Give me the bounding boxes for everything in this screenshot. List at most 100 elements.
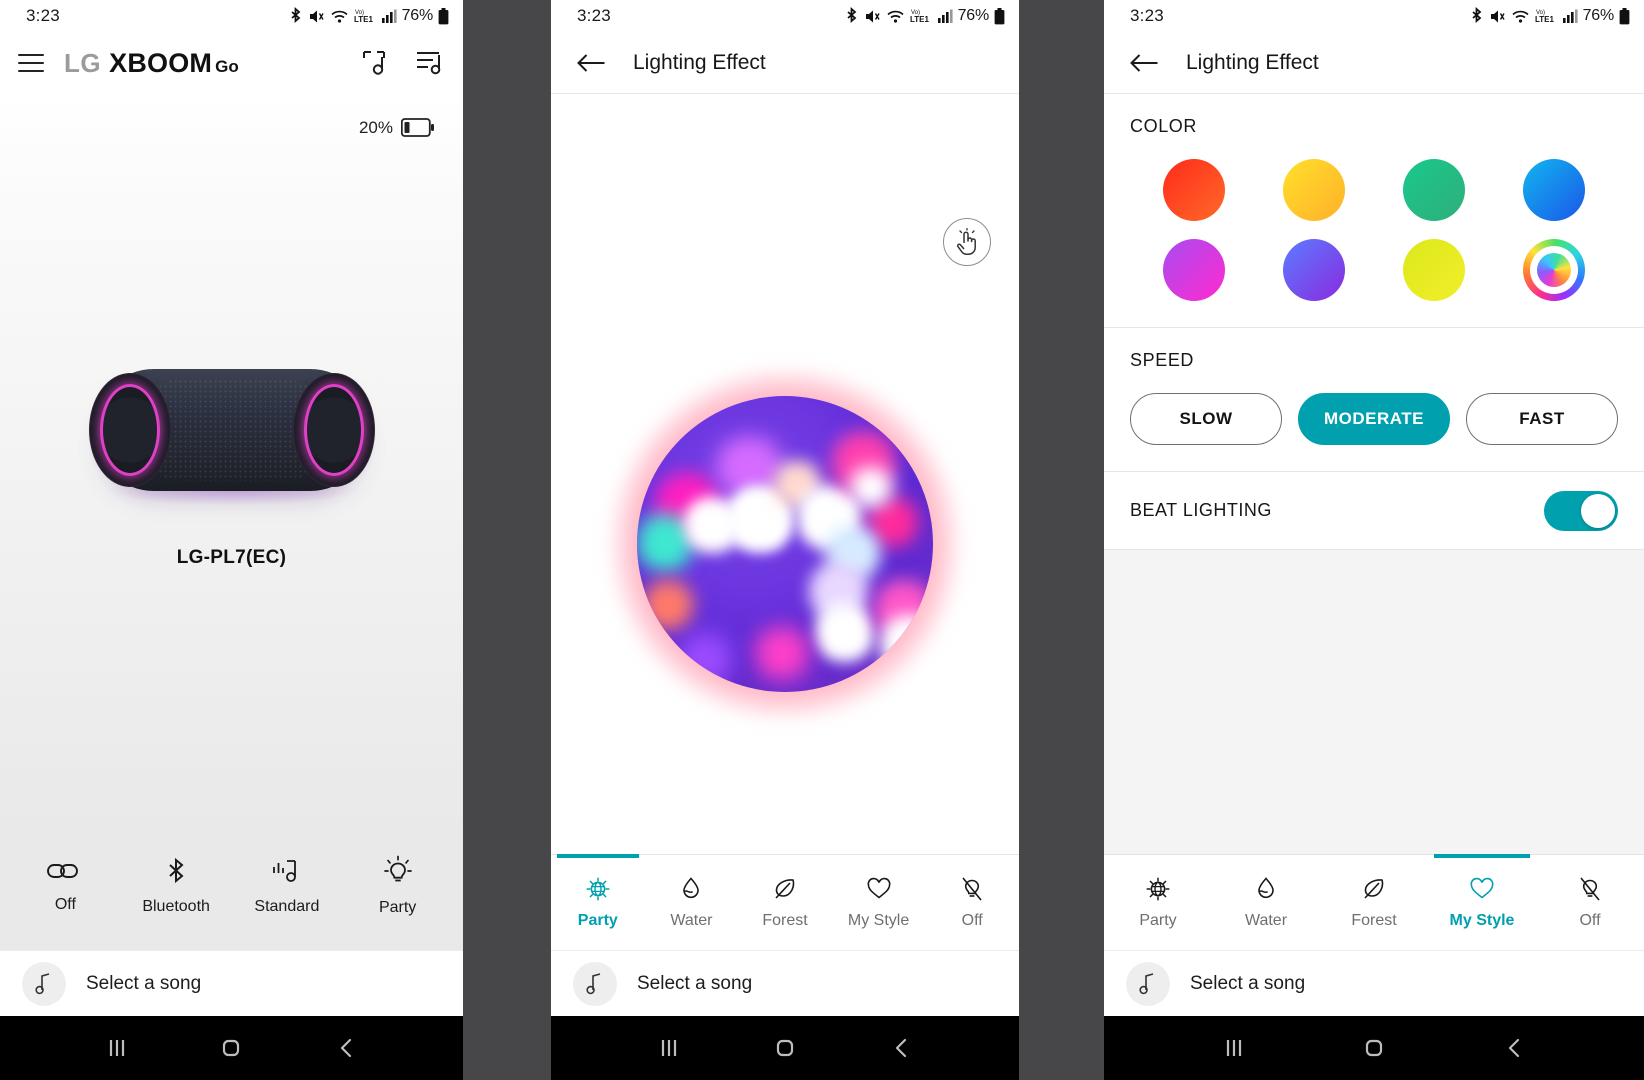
recents-icon[interactable] (654, 1034, 684, 1062)
home-icon[interactable] (770, 1034, 800, 1062)
speed-section-title: SPEED (1130, 350, 1195, 370)
tab-forest[interactable]: Forest (738, 855, 832, 950)
battery-icon (1619, 7, 1630, 24)
tab-my-style[interactable]: My Style (832, 855, 926, 950)
back-icon[interactable] (886, 1034, 916, 1062)
tab-label: My Style (1449, 912, 1515, 929)
speaker-image (88, 369, 375, 505)
battery-icon (438, 7, 449, 24)
back-icon[interactable] (1499, 1034, 1529, 1062)
quick-control-party[interactable]: Party (342, 855, 453, 917)
multi-speaker-icon[interactable] (361, 49, 391, 77)
phone-screen-lighting-preview: 3:23 Vo) LTE1 76% Lighting Effect Party … (551, 0, 1019, 1080)
sound-equalizer-icon (272, 860, 296, 882)
tab-party[interactable]: Party (551, 854, 645, 950)
color-swatch-red[interactable] (1163, 159, 1225, 221)
beat-lighting-toggle[interactable] (1544, 490, 1618, 531)
device-battery: 20% (359, 118, 435, 138)
speaker-cap-left (88, 373, 171, 487)
hamburger-icon[interactable] (18, 54, 44, 72)
status-battery-percent: 76% (401, 7, 434, 24)
toggle-knob (1581, 493, 1615, 528)
color-swatch-multicolor[interactable] (1523, 239, 1585, 301)
back-icon[interactable] (331, 1034, 361, 1062)
system-nav-bar (0, 1016, 463, 1080)
tab-party[interactable]: Party (1104, 855, 1212, 950)
phone-screen-lighting-settings: 3:23 Vo)LTE1 76% Lighting Effect COLOR (1104, 0, 1644, 1080)
song-bar-label: Select a song (86, 972, 202, 994)
quick-control-label: Party (378, 899, 417, 916)
color-swatch-yellow[interactable] (1283, 159, 1345, 221)
tab-my-style[interactable]: My Style (1428, 854, 1536, 950)
color-swatch-lime[interactable] (1403, 239, 1465, 301)
music-note-icon (22, 961, 66, 1006)
quick-control-bluetooth[interactable]: Bluetooth (121, 856, 232, 916)
page-title: Lighting Effect (633, 50, 766, 74)
color-swatch-blue[interactable] (1523, 159, 1585, 221)
status-time: 3:23 (577, 6, 611, 25)
heart-icon (1470, 877, 1494, 899)
volte-icon: Vo)LTE1 (1535, 10, 1555, 24)
party-bokeh-preview (615, 374, 955, 714)
bluetooth-icon (846, 6, 856, 23)
tab-water[interactable]: Water (645, 855, 739, 950)
tab-forest[interactable]: Forest (1320, 855, 1428, 950)
party-globe-icon (1146, 877, 1170, 901)
song-bar[interactable]: Select a song (0, 950, 463, 1016)
song-bar-label: Select a song (1190, 972, 1306, 994)
app-brand: LG XBOOM Go (64, 48, 239, 79)
tab-label: Water (1244, 912, 1288, 929)
speed-option-slow[interactable]: SLOW (1130, 393, 1282, 445)
water-drop-icon (683, 877, 700, 899)
color-swatch-violet[interactable] (1283, 239, 1345, 301)
home-icon[interactable] (1359, 1034, 1389, 1062)
battery-icon (994, 7, 1005, 24)
speed-option-moderate[interactable]: MODERATE (1298, 393, 1450, 445)
app-bar: LG XBOOM Go (0, 32, 463, 94)
tab-off[interactable]: Off (1536, 855, 1644, 950)
status-battery-percent: 76% (1582, 7, 1615, 24)
tab-label: Forest (1351, 912, 1397, 929)
volte-icon: Vo)LTE1 (354, 10, 374, 24)
playlist-icon[interactable] (415, 49, 445, 77)
lightbulb-off-icon (962, 877, 982, 901)
color-swatch-green[interactable] (1403, 159, 1465, 221)
speed-options: SLOW MODERATE FAST (1130, 393, 1618, 445)
quick-control-off[interactable]: Off (10, 858, 121, 914)
tab-water[interactable]: Water (1212, 855, 1320, 950)
recents-icon[interactable] (102, 1034, 132, 1062)
water-drop-icon (1258, 877, 1274, 899)
tab-indicator (556, 854, 639, 858)
system-nav-bar (1104, 1016, 1644, 1080)
quick-control-label: Standard (254, 898, 320, 915)
song-bar-label: Select a song (637, 972, 753, 994)
lighting-preview-content (551, 94, 1019, 854)
page-title: Lighting Effect (1186, 50, 1319, 74)
device-battery-percent: 20% (358, 118, 393, 137)
song-bar[interactable]: Select a song (551, 950, 1019, 1016)
tab-label: Off (961, 912, 983, 929)
status-icons: Vo) LTE1 76% (1469, 6, 1630, 26)
lighting-effect-header: Lighting Effect (551, 32, 1019, 94)
speed-option-fast[interactable]: FAST (1466, 393, 1618, 445)
leaf-icon (1364, 879, 1384, 899)
home-icon[interactable] (216, 1034, 246, 1062)
quick-control-label: Bluetooth (142, 898, 210, 915)
quick-controls: Off Bluetooth Standard Party (0, 830, 463, 950)
touch-hand-icon[interactable] (943, 218, 991, 266)
color-swatch-magenta[interactable] (1163, 239, 1225, 301)
arrow-left-icon[interactable] (1130, 51, 1160, 75)
quick-control-label: Off (54, 896, 76, 913)
bluetooth-icon (1471, 6, 1481, 23)
tab-off[interactable]: Off (925, 855, 1019, 950)
tab-label: Forest (762, 912, 808, 929)
lighting-mode-tabs: Party Water Forest My Style Off (551, 854, 1019, 950)
arrow-left-icon[interactable] (577, 51, 607, 75)
status-bar: 3:23 Vo) LTE1 76% (1104, 0, 1644, 32)
svg-text:LTE1: LTE1 (910, 15, 930, 24)
tab-indicator (1434, 854, 1530, 858)
quick-control-standard[interactable]: Standard (232, 856, 343, 916)
song-bar[interactable]: Select a song (1104, 950, 1644, 1016)
screenshot-stage: 3:23 Vo) LTE1 76% LG XBOOM Go 20% LG-PL7… (0, 0, 1644, 1080)
recents-icon[interactable] (1219, 1034, 1249, 1062)
